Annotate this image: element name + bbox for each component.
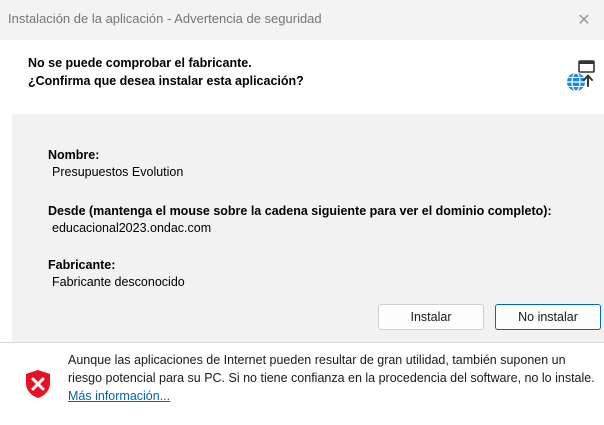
name-value: Presupuestos Evolution: [52, 165, 184, 179]
more-info-link[interactable]: Más información...: [68, 389, 170, 403]
close-button[interactable]: ✕: [564, 0, 604, 40]
warning-text-block: Aunque las aplicaciones de Internet pued…: [68, 351, 602, 405]
publisher-value: Fabricante desconocido: [52, 275, 185, 289]
shield-warning-icon: [26, 370, 50, 398]
globe-install-icon: [567, 60, 595, 92]
from-label: Desde (mantenga el mouse sobre la cadena…: [48, 204, 552, 218]
security-warning-dialog: Instalación de la aplicación - Advertenc…: [0, 0, 604, 425]
close-icon: ✕: [577, 12, 591, 29]
dont-install-button[interactable]: No instalar: [495, 304, 601, 330]
name-label: Nombre:: [48, 148, 100, 162]
window-title: Instalación de la aplicación - Advertenc…: [8, 11, 322, 26]
from-value[interactable]: educacional2023.ondac.com: [52, 221, 211, 235]
warning-message: Aunque las aplicaciones de Internet pued…: [68, 353, 595, 385]
footer-warning: Aunque las aplicaciones de Internet pued…: [0, 343, 604, 425]
dialog-header: No se puede comprobar el fabricante. ¿Co…: [0, 40, 604, 114]
header-question-text: ¿Confirma que desea instalar esta aplica…: [28, 74, 304, 88]
header-warning-text: No se puede comprobar el fabricante.: [28, 56, 252, 70]
details-panel: Nombre: Presupuestos Evolution Desde (ma…: [12, 114, 604, 342]
title-bar: Instalación de la aplicación - Advertenc…: [0, 0, 604, 40]
publisher-label: Fabricante:: [48, 258, 116, 272]
install-button[interactable]: Instalar: [378, 304, 484, 330]
